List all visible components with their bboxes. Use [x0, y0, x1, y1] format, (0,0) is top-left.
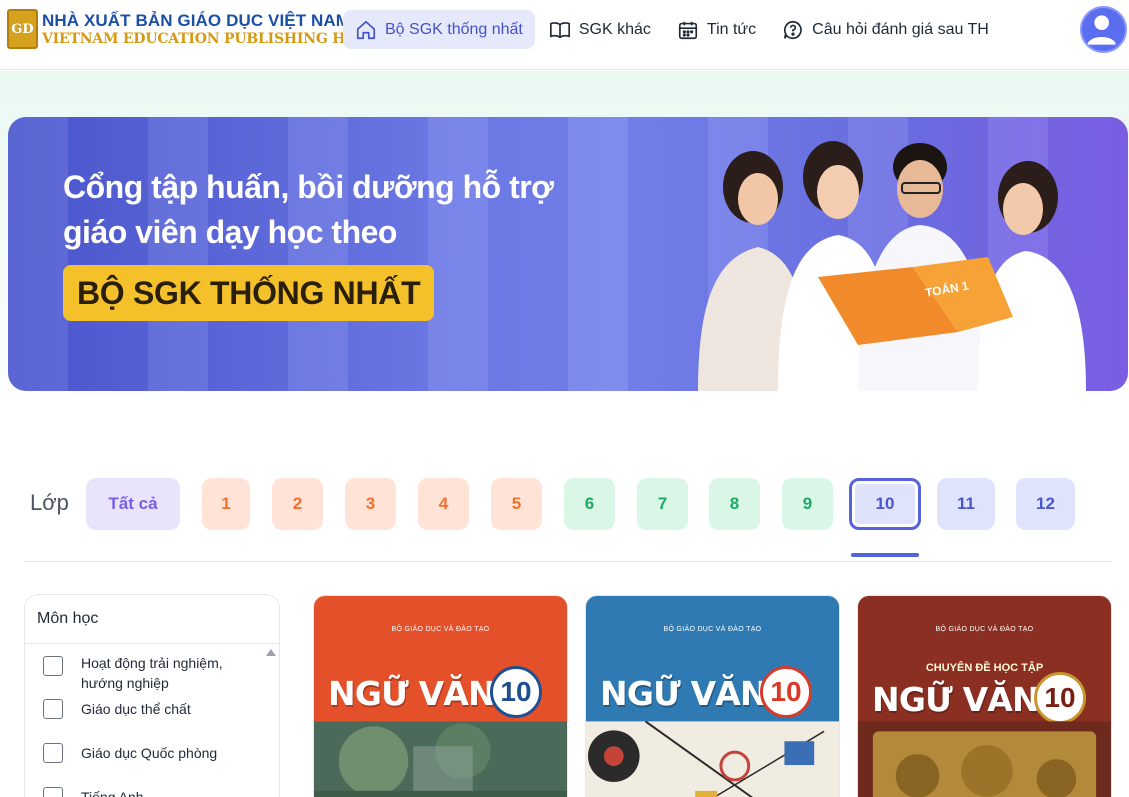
grade-button-9[interactable]: 9 [782, 478, 833, 530]
banner-title: Cổng tập huấn, bồi dưỡng hỗ trợ giáo viê… [63, 165, 554, 255]
logo-mark-icon: GD [7, 9, 38, 49]
calendar-icon [678, 21, 697, 39]
grade-button-1[interactable]: 1 [202, 478, 250, 530]
grade-button-2[interactable]: 2 [272, 478, 323, 530]
subject-checkbox[interactable] [43, 743, 63, 763]
subject-label: Tiếng Anh [81, 789, 144, 797]
book-publisher: BỘ GIÁO DỤC VÀ ĐÀO TẠO [935, 626, 1034, 633]
book-title: NGỮ VĂN [872, 680, 1040, 719]
nav-label: SGK khác [578, 20, 651, 38]
banner-title-line2: giáo viên dạy học theo [63, 214, 397, 250]
grade-button-3[interactable]: 3 [345, 478, 396, 530]
book-icon [549, 21, 570, 38]
book-volume: TẬP HAI [778, 708, 798, 714]
logo-text: NHÀ XUẤT BẢN GIÁO DỤC VIỆT NAM VIETNAM E… [42, 12, 390, 46]
home-icon [356, 20, 376, 39]
grade-button-7[interactable]: 7 [637, 478, 688, 530]
book-publisher: BỘ GIÁO DỤC VÀ ĐÀO TẠO [663, 626, 762, 633]
book-volume: TẬP MỘT [506, 708, 529, 714]
nav-label: Tin tức [706, 20, 757, 38]
subject-checkbox[interactable] [43, 787, 63, 797]
grade-button-11[interactable]: 11 [937, 478, 995, 530]
banner-title-line1: Cổng tập huấn, bồi dưỡng hỗ trợ [63, 169, 554, 205]
logo-name-en: VIETNAM EDUCATION PUBLISHING HOUSE [42, 31, 390, 47]
book-grade-badge: 10 [1034, 672, 1086, 724]
subject-label: Hoạt động trải nghiệm, hướng nghiệp [81, 653, 223, 693]
nav-label: Bộ SGK thống nhất [385, 20, 523, 38]
grade-filter: Lớp Tất cả 1 2 3 4 5 6 7 8 9 10 11 12 [30, 478, 1110, 530]
main-nav: Bộ SGK thống nhất SGK khác Tin tức Câu h… [343, 10, 1003, 49]
hero-banner: Cổng tập huấn, bồi dưỡng hỗ trợ giáo viê… [8, 117, 1128, 391]
book-title: NGỮ VĂN [328, 674, 496, 713]
grade-button-all[interactable]: Tất cả [86, 478, 180, 530]
subject-option[interactable]: Giáo dục thể chất [43, 699, 191, 719]
book-cover-art [858, 721, 1111, 797]
subject-label-line2: hướng nghiệp [81, 675, 169, 691]
top-header: GD NHÀ XUẤT BẢN GIÁO DỤC VIỆT NAM VIETNA… [0, 0, 1129, 70]
subject-filter-title: Môn học [25, 595, 279, 644]
book-card[interactable]: BỘ GIÁO DỤC VÀ ĐÀO TẠO CHUYÊN ĐỀ HỌC TẬP… [857, 595, 1112, 797]
book-title: NGỮ VĂN [600, 674, 768, 713]
subject-filter-panel: Môn học Hoạt động trải nghiệm, hướng ngh… [24, 594, 280, 797]
book-cover-art [586, 721, 839, 797]
subject-label: Giáo dục thể chất [81, 701, 191, 717]
nav-news[interactable]: Tin tức [665, 10, 768, 49]
nav-unified-textbooks[interactable]: Bộ SGK thống nhất [343, 10, 535, 49]
user-silhouette-icon [1087, 15, 1116, 45]
grade-button-6[interactable]: 6 [564, 478, 615, 530]
book-card[interactable]: BỘ GIÁO DỤC VÀ ĐÀO TẠO NGỮ VĂN 10 TẬP MỘ… [313, 595, 568, 797]
scroll-up-icon[interactable] [266, 649, 276, 656]
logo-name-vi: NHÀ XUẤT BẢN GIÁO DỤC VIỆT NAM [42, 11, 351, 30]
grade-button-12[interactable]: 12 [1016, 478, 1075, 530]
subject-option[interactable]: Giáo dục Quốc phòng [43, 743, 217, 763]
nav-label: Câu hỏi đánh giá sau TH [812, 20, 989, 38]
publisher-logo[interactable]: GD NHÀ XUẤT BẢN GIÁO DỤC VIỆT NAM VIETNA… [7, 9, 390, 49]
subject-option[interactable]: Tiếng Anh [43, 787, 144, 797]
question-icon [784, 20, 802, 39]
grade-button-8[interactable]: 8 [709, 478, 760, 530]
active-grade-indicator [851, 553, 919, 557]
nav-other-textbooks[interactable]: SGK khác [537, 10, 663, 49]
subject-checkbox[interactable] [43, 699, 63, 719]
grade-button-5[interactable]: 5 [491, 478, 542, 530]
subject-label-line1: Hoạt động trải nghiệm, [81, 655, 223, 671]
grade-filter-label: Lớp [30, 490, 69, 515]
banner-highlight: BỘ SGK THỐNG NHẤT [63, 265, 435, 321]
book-card[interactable]: BỘ GIÁO DỤC VÀ ĐÀO TẠO NGỮ VĂN 10 TẬP HA… [585, 595, 840, 797]
section-divider [24, 561, 1112, 562]
book-category: CHUYÊN ĐỀ HỌC TẬP [925, 662, 1044, 674]
subject-label: Giáo dục Quốc phòng [81, 745, 218, 761]
nav-assessment-questions[interactable]: Câu hỏi đánh giá sau TH [770, 10, 1001, 49]
subject-checkbox[interactable] [43, 656, 63, 676]
book-publisher: BỘ GIÁO DỤC VÀ ĐÀO TẠO [391, 626, 490, 633]
grade-button-10[interactable]: 10 [849, 478, 921, 530]
user-avatar-icon[interactable] [1080, 6, 1127, 53]
teachers-photo: TOÁN 1 [698, 141, 1086, 391]
book-cover-art [314, 721, 567, 797]
subject-option[interactable]: Hoạt động trải nghiệm, hướng nghiệp [43, 653, 223, 693]
grade-button-4[interactable]: 4 [418, 478, 469, 530]
